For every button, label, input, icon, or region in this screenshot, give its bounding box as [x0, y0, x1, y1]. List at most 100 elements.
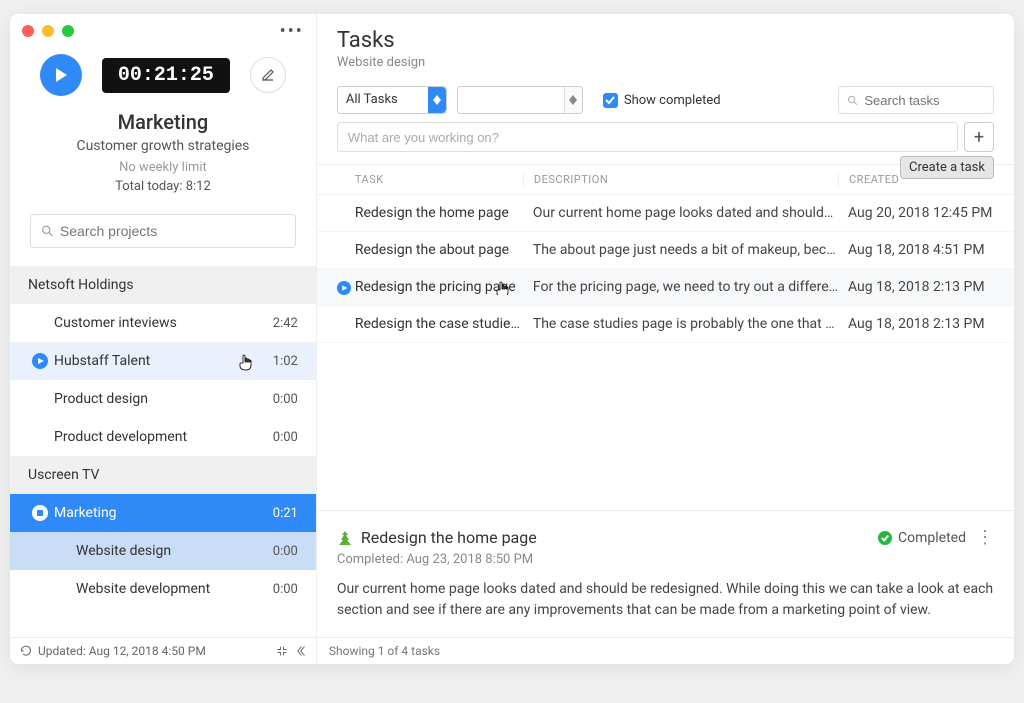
- project-name: Website development: [76, 581, 210, 597]
- filter-row: All Tasks Show completed: [317, 80, 1014, 122]
- search-projects[interactable]: [30, 214, 296, 248]
- close-icon[interactable]: [22, 25, 34, 37]
- chevron-updown-icon: [564, 87, 582, 113]
- app-window: ••• 00:21:25 Marketing Customer growth s…: [10, 14, 1014, 664]
- project-time: 1:02: [273, 354, 298, 369]
- task-row[interactable]: Redesign the case studies pa… The case s…: [317, 306, 1014, 343]
- detail-completed-at: Completed: Aug 23, 2018 8:50 PM: [337, 552, 994, 567]
- project-time: 0:00: [273, 430, 298, 445]
- cursor-icon: [238, 354, 254, 376]
- search-icon: [41, 224, 54, 238]
- check-icon: [878, 531, 892, 545]
- project-item[interactable]: Product design 0:00: [10, 380, 316, 418]
- play-icon: [32, 353, 48, 369]
- task-row[interactable]: Redesign the about page The about page j…: [317, 232, 1014, 269]
- detail-title: Redesign the home page: [361, 528, 537, 547]
- task-name: Redesign the case studies pa…: [337, 316, 523, 332]
- task-created: Aug 18, 2018 4:51 PM: [838, 242, 994, 258]
- total-today: Total today: 8:12: [20, 179, 306, 194]
- project-time: 0:00: [273, 582, 298, 597]
- company-header[interactable]: Netsoft Holdings: [10, 266, 316, 304]
- project-item-sub[interactable]: Website development 0:00: [10, 570, 316, 608]
- refresh-icon[interactable]: [20, 645, 32, 657]
- main-header: Tasks Website design: [317, 14, 1014, 80]
- search-icon: [847, 94, 858, 107]
- new-task-input[interactable]: [337, 122, 958, 152]
- project-subtitle: Customer growth strategies: [20, 138, 306, 154]
- add-task-tooltip: Create a task: [900, 156, 994, 179]
- task-name: Redesign the about page: [337, 242, 523, 258]
- search-tasks-input[interactable]: [864, 93, 985, 108]
- project-title: Marketing: [20, 110, 306, 134]
- timer-row: 00:21:25: [10, 40, 316, 106]
- current-project-header: Marketing Customer growth strategies No …: [10, 106, 316, 204]
- show-completed-checkbox[interactable]: Show completed: [603, 93, 721, 108]
- sidebar: ••• 00:21:25 Marketing Customer growth s…: [10, 14, 317, 664]
- task-desc: The case studies page is probably the on…: [523, 316, 838, 332]
- project-time: 0:00: [273, 544, 298, 559]
- add-task-button[interactable]: +: [964, 122, 994, 152]
- collapse-icon[interactable]: [294, 645, 306, 657]
- task-name: Redesign the home page: [337, 205, 523, 221]
- checkbox-icon: [603, 93, 618, 108]
- page-title: Tasks: [337, 28, 994, 53]
- project-name: Marketing: [54, 505, 117, 521]
- task-desc: Our current home page looks dated and sh…: [523, 205, 838, 221]
- timer-display: 00:21:25: [102, 58, 230, 93]
- titlebar: •••: [10, 14, 316, 40]
- show-completed-label: Show completed: [624, 93, 721, 108]
- project-name: Customer inteviews: [54, 315, 177, 331]
- task-created: Aug 20, 2018 12:45 PM: [838, 205, 994, 221]
- project-item-sub[interactable]: Website design 0:00: [10, 532, 316, 570]
- company-header[interactable]: Uscreen TV: [10, 456, 316, 494]
- stop-icon: [32, 505, 48, 521]
- project-item[interactable]: Product development 0:00: [10, 418, 316, 456]
- task-created: Aug 18, 2018 2:13 PM: [838, 279, 994, 295]
- col-description: DESCRIPTION: [523, 173, 838, 186]
- task-desc: The about page just needs a bit of makeu…: [523, 242, 838, 258]
- project-name: Product design: [54, 391, 148, 407]
- project-name: Hubstaff Talent: [54, 353, 150, 369]
- detail-body: Our current home page looks dated and sh…: [337, 579, 994, 621]
- minimize-icon[interactable]: [42, 25, 54, 37]
- window-controls: [22, 25, 74, 37]
- task-detail: Redesign the home page Completed ⋮ Compl…: [317, 510, 1014, 637]
- more-menu-icon[interactable]: •••: [280, 21, 304, 42]
- project-item[interactable]: Hubstaff Talent 1:02: [10, 342, 316, 380]
- edit-button[interactable]: [250, 57, 286, 93]
- task-created: Aug 18, 2018 2:13 PM: [838, 316, 994, 332]
- secondary-filter-select[interactable]: [457, 86, 583, 114]
- task-filter-select[interactable]: All Tasks: [337, 86, 447, 114]
- completed-badge: Completed: [878, 530, 966, 546]
- more-vertical-icon[interactable]: ⋮: [976, 527, 994, 548]
- page-subtitle: Website design: [337, 55, 994, 70]
- footer-status: Showing 1 of 4 tasks: [317, 637, 1014, 664]
- task-name: Redesign the pricing page: [337, 279, 523, 295]
- compact-icon[interactable]: [276, 645, 288, 657]
- project-tree: Netsoft Holdings Customer inteviews 2:42…: [10, 266, 316, 637]
- main-pane: Tasks Website design All Tasks Sho: [317, 14, 1014, 664]
- statusbar: Updated: Aug 12, 2018 4:50 PM: [10, 637, 316, 664]
- search-projects-input[interactable]: [60, 223, 285, 239]
- weekly-limit: No weekly limit: [20, 160, 306, 175]
- project-time: 2:42: [273, 316, 298, 331]
- search-tasks[interactable]: [838, 86, 994, 114]
- maximize-icon[interactable]: [62, 25, 74, 37]
- project-item-selected[interactable]: Marketing 0:21: [10, 494, 316, 532]
- play-button[interactable]: [40, 54, 82, 96]
- project-time: 0:21: [273, 506, 298, 521]
- project-name: Website design: [76, 543, 171, 559]
- task-row[interactable]: Redesign the home page Our current home …: [317, 195, 1014, 232]
- chevron-updown-icon: [428, 87, 446, 113]
- col-task: TASK: [337, 173, 523, 186]
- project-time: 0:00: [273, 392, 298, 407]
- task-row[interactable]: Redesign the pricing page For the pricin…: [317, 269, 1014, 306]
- task-desc: For the pricing page, we need to try out…: [523, 279, 838, 295]
- play-icon[interactable]: [337, 281, 351, 295]
- project-name: Product development: [54, 429, 187, 445]
- project-item[interactable]: Customer inteviews 2:42: [10, 304, 316, 342]
- status-updated: Updated: Aug 12, 2018 4:50 PM: [38, 644, 206, 658]
- recycle-icon: [337, 530, 353, 546]
- task-filter-label: All Tasks: [338, 87, 428, 113]
- detail-header: Redesign the home page Completed ⋮: [337, 527, 994, 548]
